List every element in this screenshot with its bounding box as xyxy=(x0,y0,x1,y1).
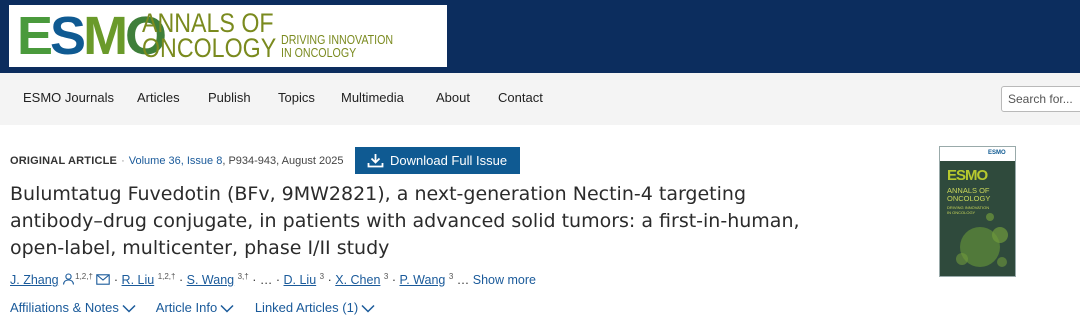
email-icon[interactable] xyxy=(96,274,111,285)
article-type: ORIGINAL ARTICLE xyxy=(10,155,118,167)
cover-title: ANNALS OF ONCOLOGY xyxy=(947,187,990,203)
author-link[interactable]: S. Wang xyxy=(187,273,234,287)
logo-letter-s: S xyxy=(50,6,86,66)
affiliations-notes-toggle[interactable]: Affiliations & Notes xyxy=(10,300,136,315)
download-label: Download Full Issue xyxy=(390,153,508,168)
author-affiliation: 3,† xyxy=(237,272,249,281)
author-affiliation: 1,2,† xyxy=(157,272,176,281)
author-separator: · xyxy=(275,273,281,288)
author-separator: · xyxy=(178,273,184,288)
linked-articles-toggle[interactable]: Linked Articles (1) xyxy=(255,300,375,315)
nav-publish[interactable]: Publish xyxy=(208,90,251,105)
cover-sub-line2: IN ONCOLOGY xyxy=(947,210,976,215)
main-nav: ESMO Journals Articles Publish Topics Mu… xyxy=(0,73,1080,125)
journal-logo[interactable]: ESMO ANNALS OF ONCOLOGY DRIVING INNOVATI… xyxy=(9,5,447,67)
author-affiliation: 3 xyxy=(319,272,325,281)
author-ellipsis: … xyxy=(456,273,470,288)
author-list: J. Zhang 1,2,† · R. Liu 1,2,† · S. Wang … xyxy=(10,272,536,287)
search-input[interactable] xyxy=(1001,86,1080,112)
affiliations-notes-label: Affiliations & Notes xyxy=(10,300,119,315)
article-meta: ORIGINAL ARTICLE · Volume 36, Issue 8, P93… xyxy=(10,155,343,167)
author-affiliation: 1,2,† xyxy=(75,272,93,281)
author-link[interactable]: P. Wang xyxy=(399,273,445,287)
journal-name: ANNALS OF ONCOLOGY xyxy=(142,10,277,63)
show-more-link[interactable]: Show more xyxy=(473,273,536,287)
author-separator: · xyxy=(252,273,257,288)
nav-multimedia[interactable]: Multimedia xyxy=(341,90,404,105)
meta-separator: · xyxy=(121,155,125,167)
nav-articles[interactable]: Articles xyxy=(137,90,180,105)
chevron-down-icon xyxy=(122,305,136,313)
chevron-down-icon xyxy=(361,305,375,313)
article-section-links: Affiliations & Notes Article Info Linked… xyxy=(10,300,392,315)
author-affiliation: 3 xyxy=(448,272,454,281)
linked-articles-label: Linked Articles (1) xyxy=(254,300,359,315)
pages-date: P934-943, August 2025 xyxy=(228,155,344,167)
journal-cover-image[interactable]: ESMO ESMO ANNALS OF ONCOLOGY DRIVING INN… xyxy=(939,146,1016,277)
logo-letter-e: E xyxy=(17,6,53,66)
author-link[interactable]: J. Zhang xyxy=(10,273,59,287)
nav-topics[interactable]: Topics xyxy=(278,90,315,105)
cover-brand: ESMO xyxy=(947,167,988,184)
article-info-toggle[interactable]: Article Info xyxy=(156,300,234,315)
tagline-line2: IN ONCOLOGY xyxy=(281,45,357,60)
nav-about[interactable]: About xyxy=(436,90,470,105)
person-icon[interactable] xyxy=(62,273,75,285)
cover-title-line2: ONCOLOGY xyxy=(947,194,991,203)
author-link[interactable]: R. Liu xyxy=(122,273,155,287)
site-header: ESMO ANNALS OF ONCOLOGY DRIVING INNOVATI… xyxy=(0,0,1080,73)
article-info-label: Article Info xyxy=(155,300,218,315)
volume-issue-link[interactable]: Volume 36, Issue 8 xyxy=(129,155,223,167)
author-ellipsis: … xyxy=(259,273,273,288)
article-title: Bulumtatug Fuvedotin (BFv, 9MW2821), a n… xyxy=(10,183,800,259)
author-affiliation: 3 xyxy=(383,272,389,281)
author-link[interactable]: D. Liu xyxy=(284,273,317,287)
journal-tagline: DRIVING INNOVATION IN ONCOLOGY xyxy=(281,33,393,59)
author-link[interactable]: X. Chen xyxy=(335,273,380,287)
chevron-down-icon xyxy=(220,305,234,313)
author-separator: · xyxy=(391,273,396,288)
author-separator: · xyxy=(327,273,332,288)
logo-letter-m: M xyxy=(83,6,128,66)
author-separator: · xyxy=(113,273,119,288)
download-icon xyxy=(367,154,384,168)
journal-name-line2: ONCOLOGY xyxy=(142,33,277,63)
cover-subtitle: DRIVING INNOVATION IN ONCOLOGY xyxy=(947,205,989,215)
nav-contact[interactable]: Contact xyxy=(498,90,543,105)
download-full-issue-button[interactable]: Download Full Issue xyxy=(355,147,520,174)
nav-esmo-journals[interactable]: ESMO Journals xyxy=(23,90,114,105)
